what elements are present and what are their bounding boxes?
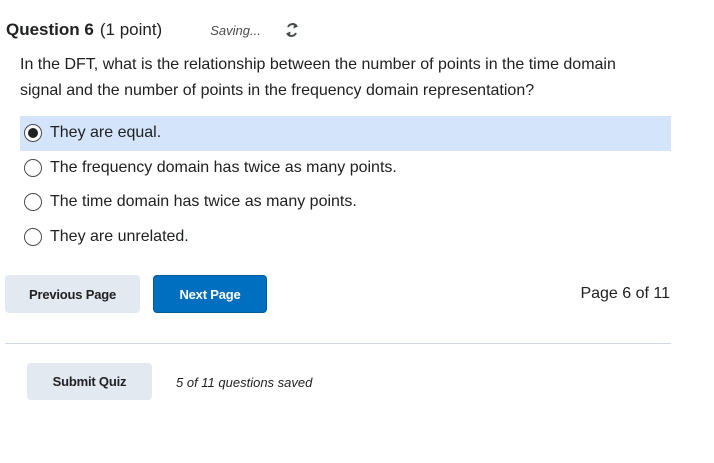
question-text: In the DFT, what is the relationship bet… bbox=[20, 56, 616, 99]
answer-option-label: The frequency domain has twice as many p… bbox=[50, 158, 397, 176]
previous-page-button[interactable]: Previous Page bbox=[5, 275, 140, 313]
answer-option[interactable]: They are unrelated. bbox=[20, 220, 671, 255]
saving-status: Saving... bbox=[210, 22, 261, 38]
next-page-button[interactable]: Next Page bbox=[153, 275, 267, 313]
question-points: (1 point) bbox=[99, 20, 163, 39]
answer-option-label: The time domain has twice as many points… bbox=[50, 193, 357, 211]
radio-button[interactable] bbox=[24, 193, 42, 212]
answer-option[interactable]: The frequency domain has twice as many p… bbox=[20, 151, 671, 186]
radio-dot bbox=[28, 128, 38, 139]
radio-button-selected[interactable] bbox=[24, 124, 42, 143]
radio-button[interactable] bbox=[24, 227, 42, 246]
sync-arrows-icon bbox=[285, 21, 299, 39]
question-header: Question 6 (1 point) Saving... bbox=[6, 18, 299, 42]
answer-option[interactable]: The time domain has twice as many points… bbox=[20, 185, 671, 220]
saved-status: 5 of 11 questions saved bbox=[176, 375, 313, 390]
radio-button[interactable] bbox=[24, 158, 42, 177]
answer-option-label: They are unrelated. bbox=[50, 227, 189, 245]
question-title: Question 6 bbox=[6, 20, 94, 39]
answer-option-label: They are equal. bbox=[50, 124, 162, 142]
submit-quiz-button[interactable]: Submit Quiz bbox=[27, 363, 152, 400]
answer-options: They are equal. The frequency domain has… bbox=[20, 116, 671, 254]
divider bbox=[5, 343, 671, 344]
page-indicator: Page 6 of 11 bbox=[580, 285, 670, 302]
answer-option[interactable]: They are equal. bbox=[20, 116, 671, 151]
